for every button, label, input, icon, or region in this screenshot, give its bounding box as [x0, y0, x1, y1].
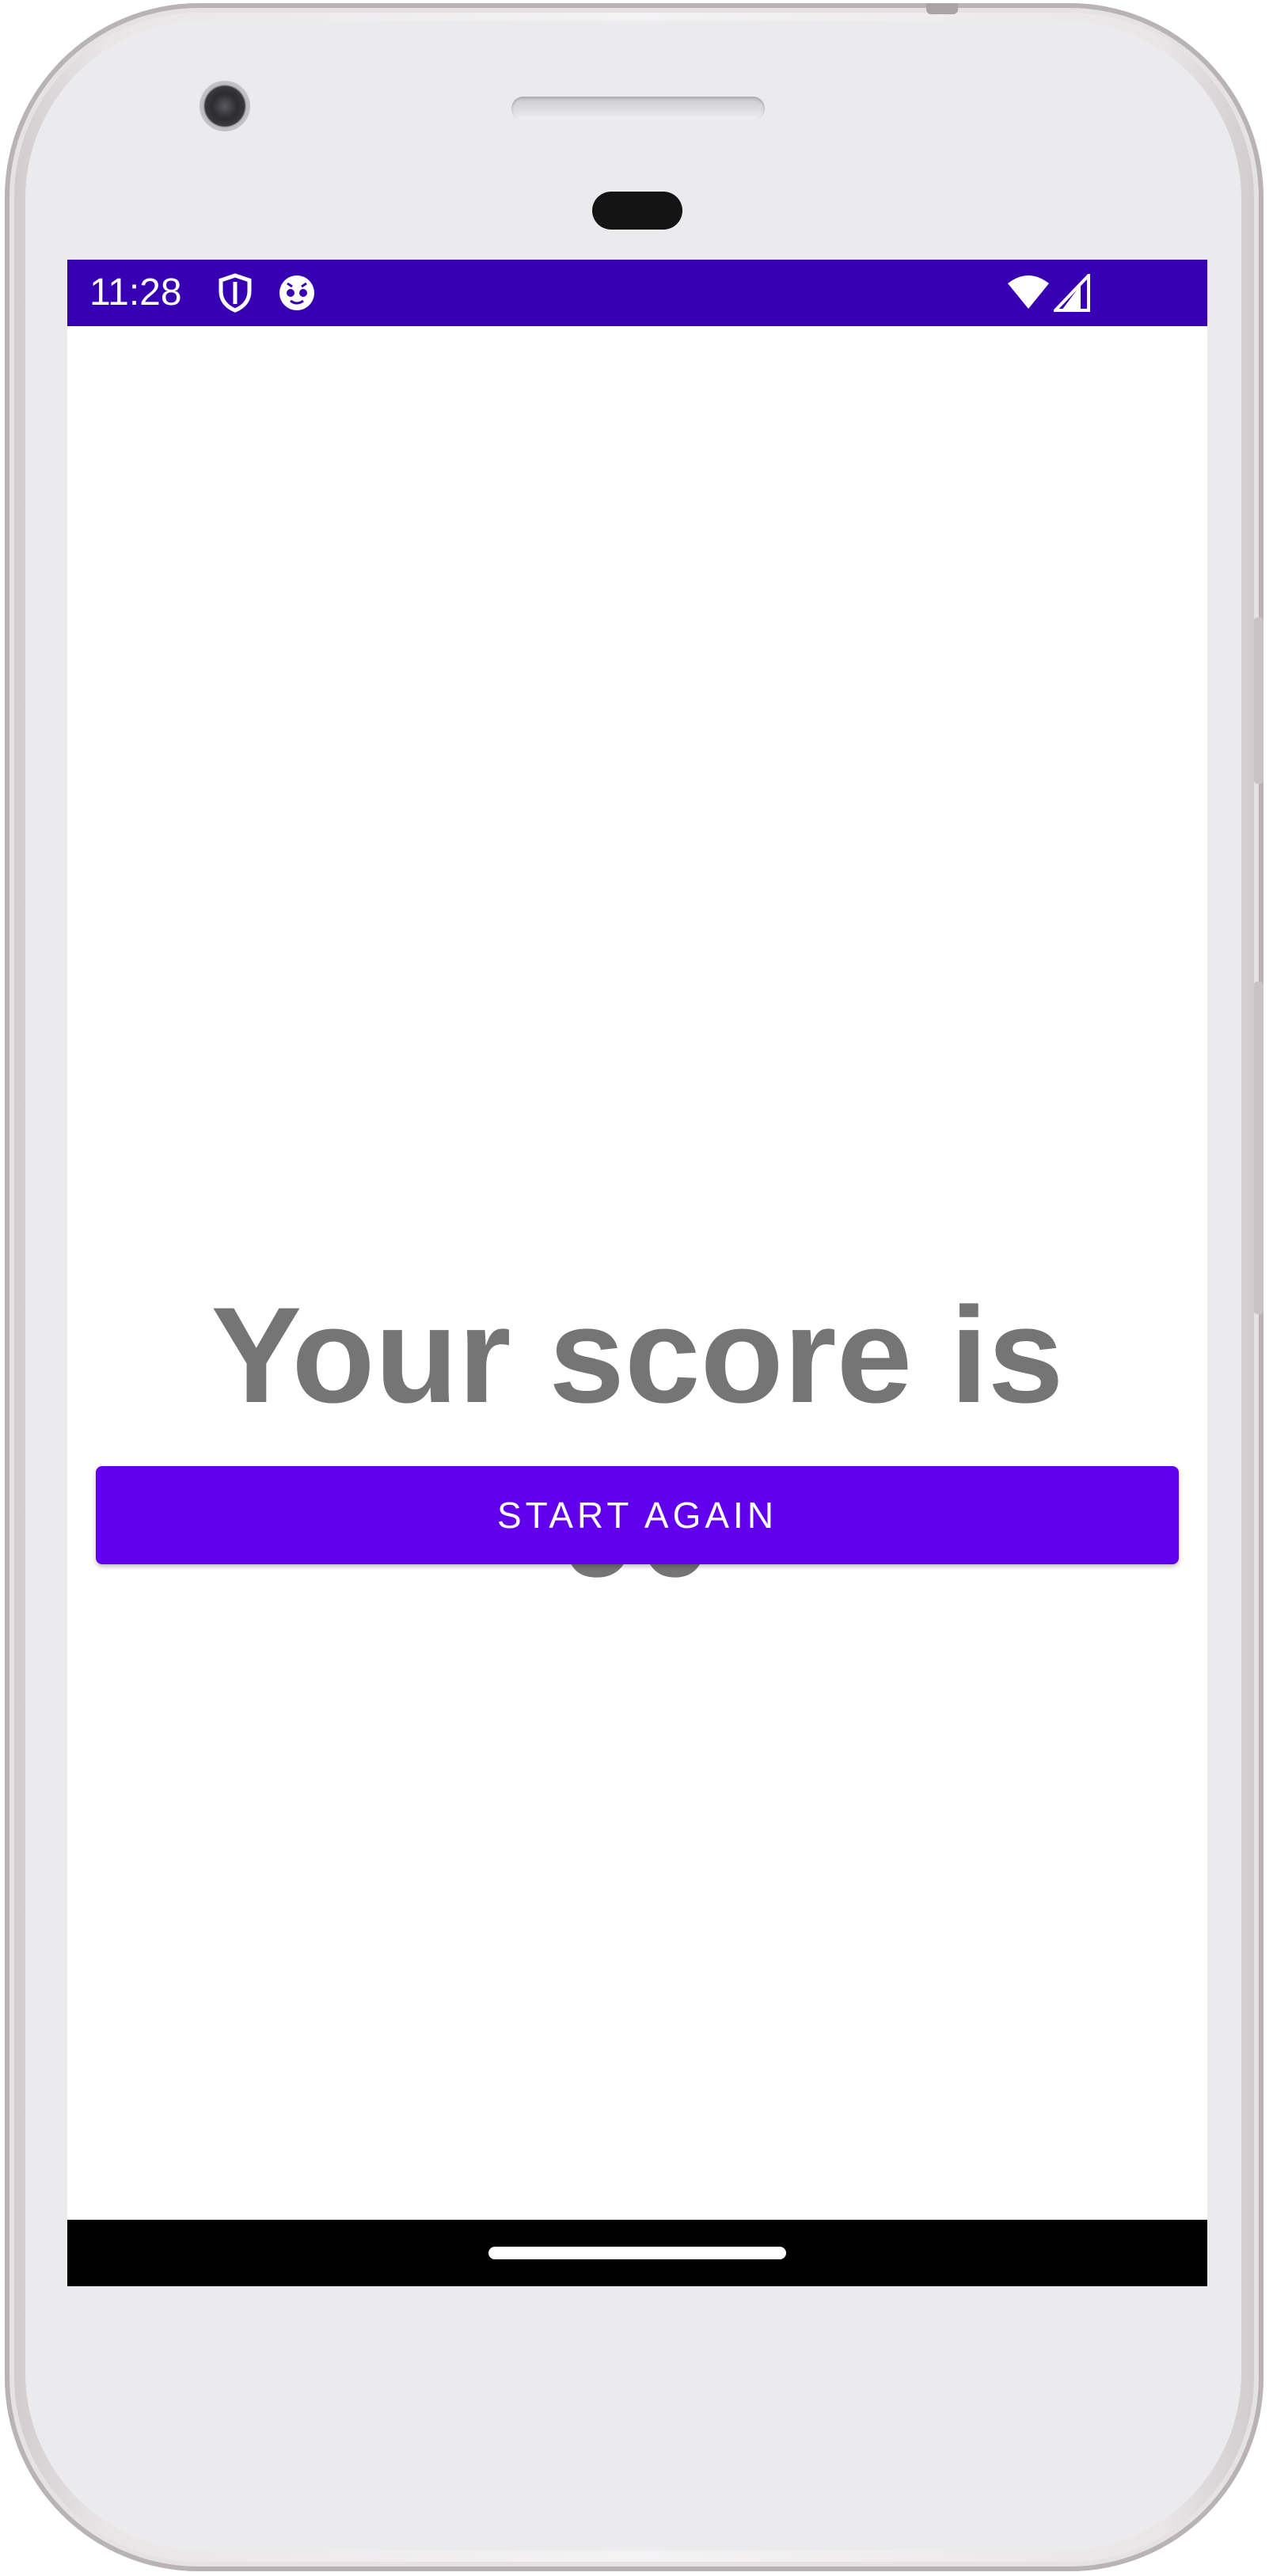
cellular-signal-icon	[1051, 272, 1092, 315]
proximity-sensor	[592, 192, 682, 230]
phone-frame: 11:28 Your score is START AGAIN	[5, 3, 1264, 2571]
volume-button[interactable]	[1254, 982, 1264, 1314]
score-text: Your score is 90	[211, 1279, 1064, 1605]
status-bar: 11:28	[67, 260, 1207, 326]
shield-icon	[216, 272, 254, 317]
earpiece-speaker	[511, 97, 765, 120]
navigation-bar	[67, 2220, 1207, 2286]
front-camera	[200, 81, 250, 131]
device-screen: 11:28 Your score is START AGAIN	[67, 260, 1207, 2286]
start-again-button[interactable]: START AGAIN	[96, 1466, 1179, 1564]
app-notification-icon	[276, 272, 317, 317]
home-handle[interactable]	[488, 2247, 786, 2259]
phone-top-edge	[926, 3, 958, 14]
wifi-icon	[1006, 274, 1051, 315]
power-button[interactable]	[1254, 617, 1264, 784]
app-content: Your score is 90 START AGAIN	[67, 326, 1207, 2220]
status-time: 11:28	[89, 272, 182, 313]
